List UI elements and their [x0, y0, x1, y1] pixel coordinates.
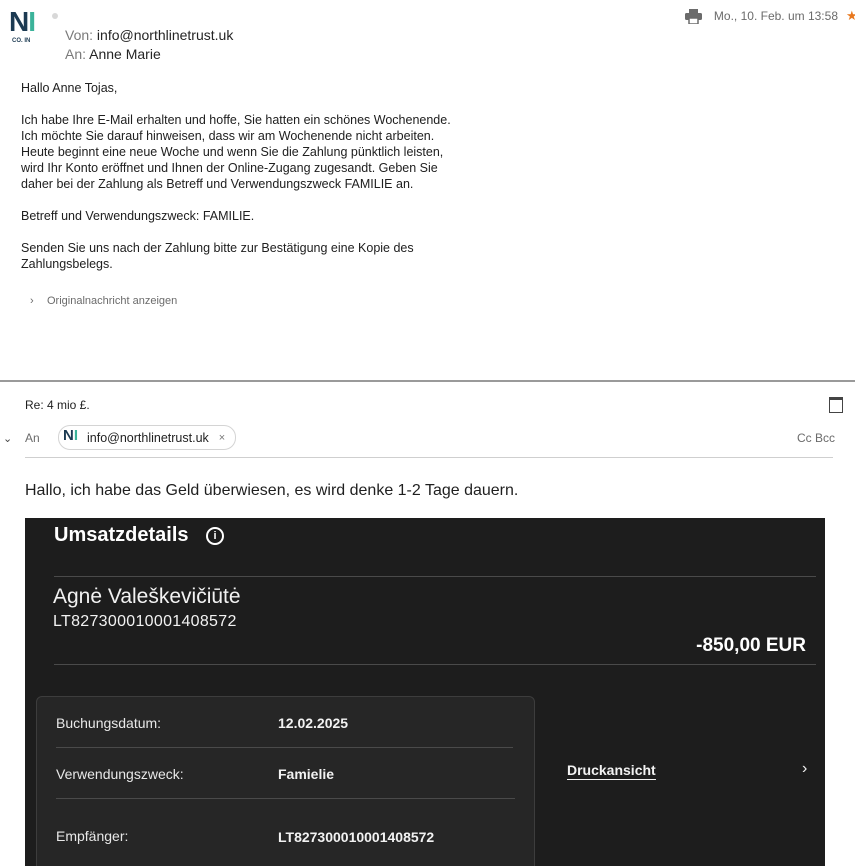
bank-title: Umsatzdetails: [54, 524, 189, 546]
bank-screenshot-image: Umsatzdetails i Agnė Valeškevičiūtė LT82…: [25, 518, 825, 866]
cc-bcc-toggle[interactable]: Cc Bcc: [797, 431, 835, 445]
show-original-label: Originalnachricht anzeigen: [47, 295, 178, 307]
info-icon: i: [206, 527, 224, 545]
sender-logo-letters: NI: [9, 6, 36, 37]
flag-star-icon[interactable]: ★: [846, 8, 855, 23]
message-date: Mo., 10. Feb. um 13:58: [713, 9, 838, 23]
message-paragraph-1: Ich habe Ihre E-Mail erhalten und hoffe,…: [21, 113, 451, 191]
from-address[interactable]: info@northlinetrust.uk: [97, 27, 233, 43]
detail-separator: [56, 798, 515, 799]
popout-window-icon[interactable]: [829, 397, 843, 413]
detail-value: LT827300010001408572: [278, 829, 435, 845]
from-label: Von:: [65, 27, 94, 43]
to-label: An:: [65, 46, 87, 62]
print-view-label: Druckansicht: [567, 762, 656, 780]
to-line: An: Anne Marie: [65, 46, 161, 62]
to-name[interactable]: Anne Marie: [89, 46, 161, 62]
bank-divider-middle: [54, 664, 816, 665]
compose-body-text[interactable]: Hallo, ich habe das Geld überwiesen, es …: [25, 482, 518, 500]
chevron-down-icon[interactable]: ⌄: [3, 432, 12, 445]
from-line: Von: info@northlinetrust.uk: [65, 27, 233, 43]
detail-label: Verwendungszweck:: [56, 766, 184, 782]
detail-value: Famielie: [278, 766, 335, 782]
detail-value: 12.02.2025: [278, 715, 349, 731]
pane-divider[interactable]: [0, 380, 855, 382]
sender-logo-sub: CO. IN: [12, 38, 31, 44]
transaction-details-card: Buchungsdatum: 12.02.2025 Verwendungszwe…: [36, 696, 535, 866]
chevron-right-icon: ›: [802, 760, 808, 777]
message-paragraph-2: Betreff und Verwendungszweck: FAMILIE.: [21, 209, 255, 223]
compose-header-divider: [25, 457, 833, 458]
detail-label: Empfänger:: [56, 828, 129, 844]
recipient-avatar: NI: [63, 426, 79, 444]
payee-name: Agnė Valeškevičiūtė: [53, 585, 241, 608]
show-original-link[interactable]: › Originalnachricht anzeigen: [30, 295, 177, 307]
unread-dot: [52, 13, 58, 19]
compose-subject[interactable]: Re: 4 mio £.: [25, 398, 90, 412]
compose-to-label: An: [25, 431, 40, 445]
transaction-amount: -850,00 EUR: [696, 635, 806, 656]
sender-avatar: NI CO. IN: [8, 6, 44, 44]
chevron-right-icon: ›: [30, 295, 34, 307]
print-icon[interactable]: [685, 9, 702, 24]
message-greeting: Hallo Anne Tojas,: [21, 81, 118, 95]
recipient-chip[interactable]: NI info@northlinetrust.uk ×: [58, 425, 237, 450]
message-paragraph-3: Senden Sie uns nach der Zahlung bitte zu…: [21, 241, 414, 271]
remove-recipient-icon[interactable]: ×: [219, 432, 225, 444]
detail-separator: [56, 747, 513, 748]
message-body: Hallo Anne Tojas, Ich habe Ihre E-Mail e…: [21, 80, 461, 272]
recipient-address: info@northlinetrust.uk: [87, 430, 209, 445]
detail-label: Buchungsdatum:: [56, 715, 162, 731]
bank-divider-top: [54, 576, 816, 577]
payee-iban: LT827300010001408572: [53, 613, 237, 630]
